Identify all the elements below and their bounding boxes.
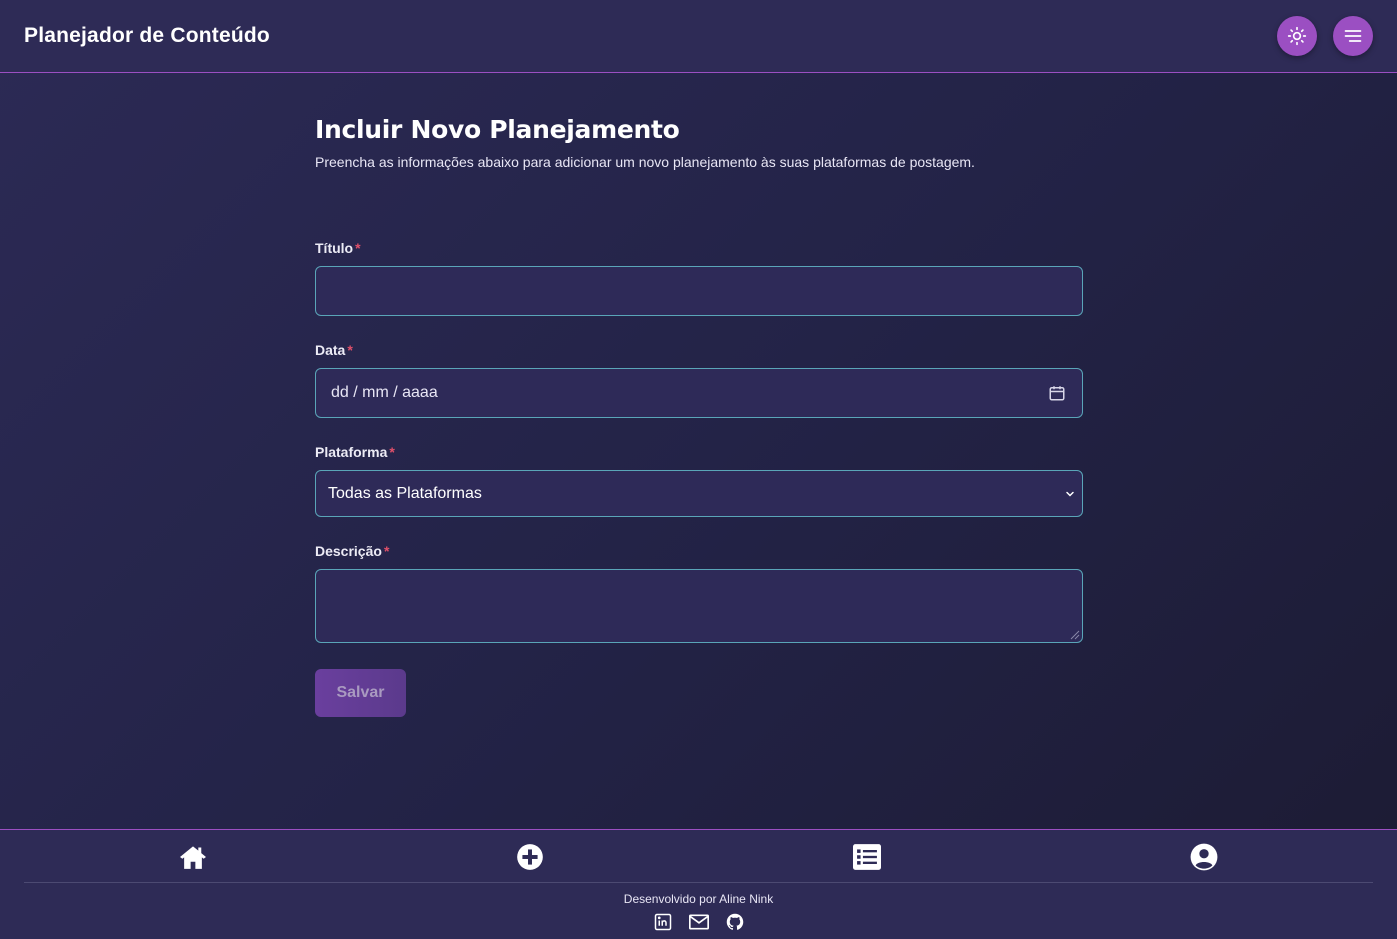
github-link[interactable]	[725, 912, 745, 932]
bottom-nav	[24, 830, 1373, 883]
required-mark: *	[355, 240, 361, 256]
data-label-text: Data	[315, 342, 346, 358]
titulo-label: Título *	[315, 240, 361, 256]
header-actions	[1277, 16, 1373, 56]
nav-item-home[interactable]	[178, 842, 208, 872]
descricao-textarea[interactable]	[315, 569, 1083, 643]
email-link[interactable]	[689, 912, 709, 932]
descricao-label: Descrição *	[315, 543, 389, 559]
data-label: Data *	[315, 342, 353, 358]
nav-item-add[interactable]	[515, 842, 545, 872]
titulo-input[interactable]	[315, 266, 1083, 316]
date-input[interactable]: dd / mm / aaaa	[315, 368, 1083, 418]
nav-item-profile[interactable]	[1189, 842, 1219, 872]
chevron-down-icon	[1066, 491, 1074, 497]
email-icon	[689, 914, 709, 930]
form-title: Incluir Novo Planejamento	[315, 115, 680, 144]
hamburger-menu-icon	[1344, 30, 1362, 42]
app-title: Planejador de Conteúdo	[24, 24, 270, 47]
required-mark: *	[383, 543, 390, 559]
calendar-icon[interactable]	[1048, 384, 1066, 402]
required-mark: *	[347, 342, 353, 358]
footer: Desenvolvido por Aline Nink	[0, 829, 1397, 939]
plus-circle-icon	[517, 844, 543, 870]
linkedin-link[interactable]	[653, 912, 673, 932]
app-header: Planejador de Conteúdo	[0, 0, 1397, 73]
list-icon	[853, 844, 881, 870]
plataforma-selected-value: Todas as Plataformas	[328, 484, 482, 502]
resize-grip-icon[interactable]	[1070, 630, 1080, 640]
descricao-label-text: Descrição	[315, 543, 382, 559]
main-content: Incluir Novo Planejamento Preencha as in…	[0, 73, 1397, 829]
nav-item-list[interactable]	[852, 842, 882, 872]
titulo-label-text: Título	[315, 240, 354, 256]
new-plan-form: Incluir Novo Planejamento Preencha as in…	[315, 115, 1083, 717]
home-icon	[180, 846, 206, 869]
theme-toggle-button[interactable]	[1277, 16, 1317, 56]
user-circle-icon	[1190, 843, 1218, 871]
date-placeholder: dd / mm / aaaa	[331, 384, 438, 401]
sun-icon	[1287, 26, 1307, 46]
plataforma-select[interactable]: Todas as Plataformas	[315, 470, 1083, 517]
github-icon	[726, 913, 744, 930]
menu-button[interactable]	[1333, 16, 1373, 56]
linkedin-icon	[654, 913, 672, 931]
save-button[interactable]: Salvar	[315, 669, 406, 717]
footer-credit: Desenvolvido por Aline Nink	[623, 892, 774, 906]
plataforma-label-text: Plataforma	[315, 444, 388, 460]
form-subtitle: Preencha as informações abaixo para adic…	[315, 154, 975, 170]
plataforma-label: Plataforma *	[315, 444, 395, 460]
required-mark: *	[389, 444, 395, 460]
